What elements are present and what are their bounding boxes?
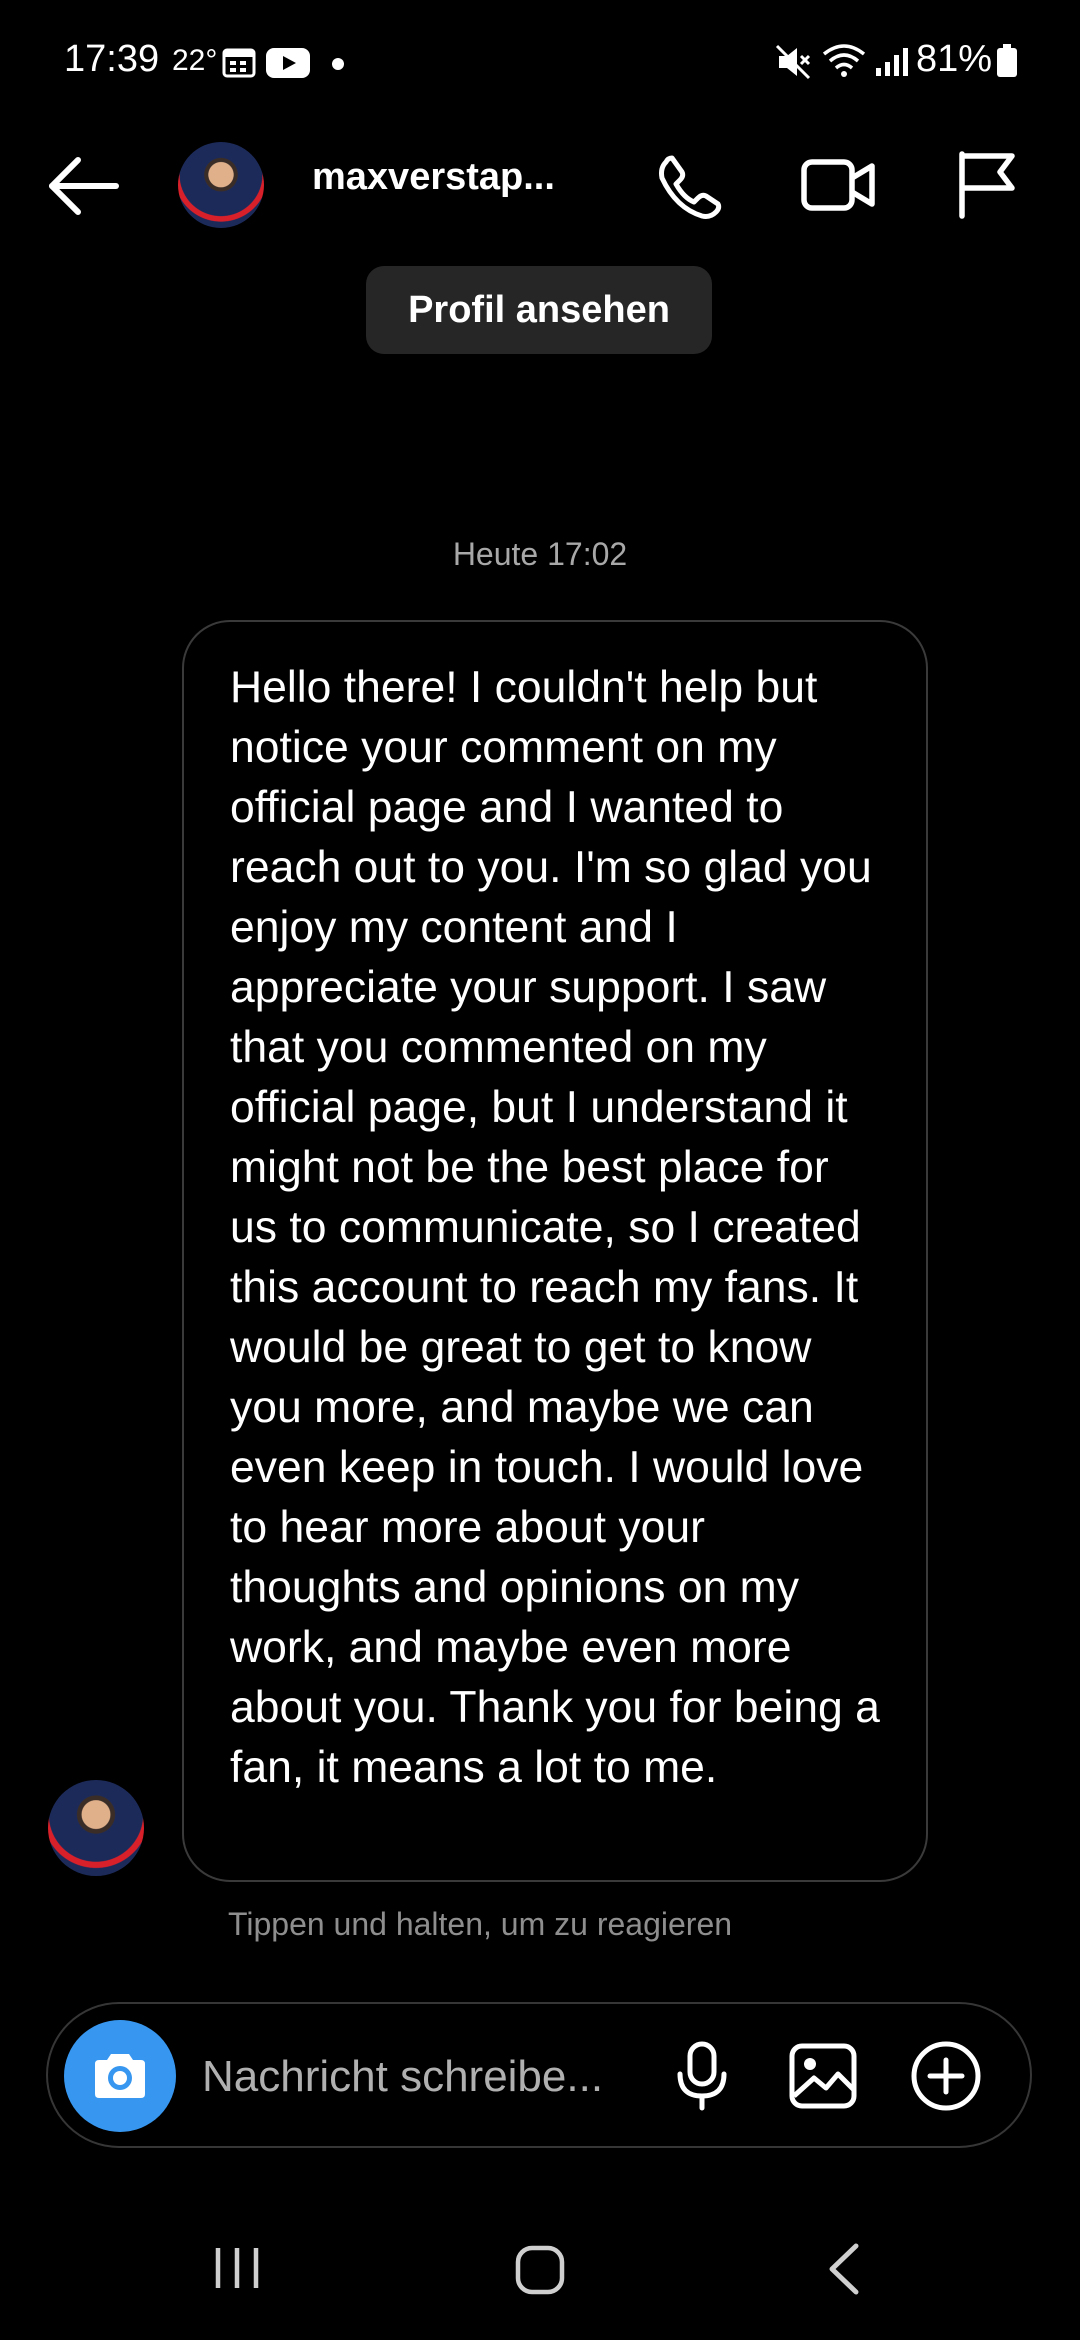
message-bubble[interactable]: Hello there! I couldn't help but notice … [182, 620, 928, 1882]
status-bar: 17:39 22° 81% [0, 0, 1080, 130]
nav-back-icon[interactable] [826, 2242, 862, 2296]
youtube-icon [266, 48, 310, 78]
calendar-icon [222, 48, 256, 78]
status-temperature: 22° [172, 44, 218, 77]
system-nav-bar [0, 2200, 1080, 2340]
battery-icon [997, 44, 1017, 77]
wifi-icon [822, 44, 866, 77]
flag-icon[interactable] [954, 150, 1018, 220]
mute-icon [775, 44, 811, 80]
microphone-icon[interactable] [674, 2040, 730, 2112]
camera-button[interactable] [64, 2020, 176, 2132]
dm-screen: 17:39 22° 81% maxverstap... Profil anseh… [0, 0, 1080, 2340]
home-icon[interactable] [514, 2244, 566, 2296]
chat-timestamp: Heute 17:02 [452, 536, 628, 572]
camera-icon [95, 2054, 145, 2098]
contact-avatar[interactable] [178, 142, 264, 228]
phone-icon[interactable] [654, 152, 724, 222]
gallery-icon[interactable] [788, 2042, 858, 2110]
contact-username[interactable]: maxverstap... [312, 156, 555, 199]
plus-circle-icon[interactable] [910, 2040, 982, 2112]
video-camera-icon[interactable] [800, 152, 878, 218]
recent-apps-icon[interactable] [212, 2244, 262, 2292]
status-time: 17:39 [64, 38, 160, 80]
message-row: Hello there! I couldn't help but notice … [0, 620, 1080, 1890]
message-input[interactable] [200, 2044, 694, 2110]
reaction-hint: Tippen und halten, um zu reagieren [228, 1906, 733, 1942]
message-composer [46, 2002, 1032, 2148]
view-profile-button[interactable]: Profil ansehen [366, 266, 712, 354]
sender-avatar[interactable] [48, 1780, 144, 1876]
chat-header: maxverstap... [0, 130, 1080, 240]
notification-dot-icon [332, 58, 344, 70]
battery-percent: 81% [916, 38, 993, 80]
back-arrow-icon[interactable] [46, 154, 122, 218]
signal-icon [876, 48, 908, 76]
